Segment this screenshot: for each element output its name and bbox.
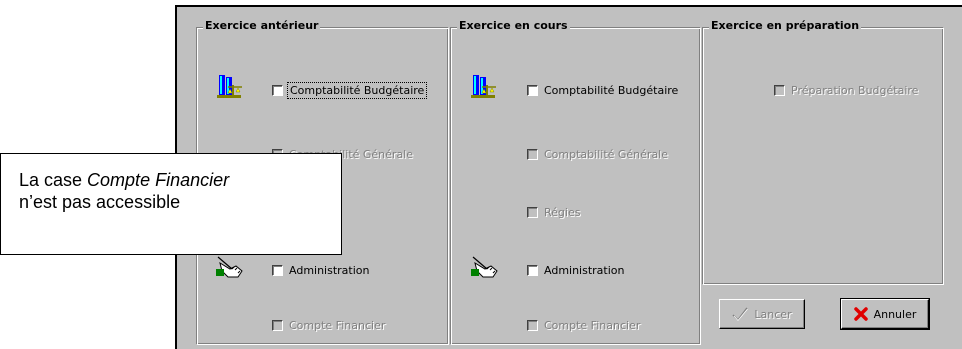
checkbox-regies-en-cours[interactable]: Régies (527, 206, 580, 219)
checkbox-box[interactable] (527, 207, 538, 218)
building-scale-icon (217, 75, 242, 98)
checkbox-label: Comptabilité Budgétaire (544, 84, 679, 97)
checkbox-box[interactable] (527, 85, 538, 96)
callout-line-2: n’est pas accessible (19, 192, 181, 212)
callout-emphasis: Compte Financier (87, 170, 230, 190)
callout-line-1: La case Compte Financier (19, 169, 341, 191)
panel-exercice-en-cours: Exercice en cours Comptabilité Budgétair… (450, 19, 701, 345)
checkbox-box[interactable] (527, 149, 538, 160)
panel-exercice-en-preparation: Exercice en préparation Préparation Budg… (702, 19, 944, 285)
building-scale-icon (471, 75, 496, 98)
checkbox-box[interactable] (527, 320, 538, 331)
checkbox-label: Régies (544, 206, 581, 219)
pointing-hand-icon (471, 256, 498, 278)
red-x-icon (853, 307, 868, 321)
checkbox-box[interactable] (272, 320, 283, 331)
checkbox-label: Comptabilité Générale (544, 148, 669, 161)
lancer-button[interactable]: Lancer (719, 299, 805, 329)
checkbox-label: Compte Financier (544, 319, 641, 332)
annuler-button[interactable]: Annuler (840, 298, 930, 330)
checkbox-label: Comptabilité Budgétaire (286, 82, 428, 99)
checkbox-box[interactable] (527, 265, 538, 276)
annuler-label: Annuler (873, 307, 917, 321)
checkbox-label: Administration (544, 264, 625, 277)
checkbox-box[interactable] (774, 85, 785, 96)
checkbox-label: Préparation Budgétaire (791, 84, 919, 97)
checkbox-label: Compte Financier (289, 319, 386, 332)
checkbox-comptabilite-budgetaire-anterieur[interactable]: Comptabilité Budgétaire (272, 82, 428, 99)
panel-title-en-cours: Exercice en cours (457, 19, 570, 33)
checkbox-comptabilite-budgetaire-en-cours[interactable]: Comptabilité Budgétaire (527, 84, 678, 97)
checkbox-box[interactable] (272, 265, 283, 276)
callout-prefix: La case (19, 170, 88, 190)
checkbox-label: Administration (289, 264, 370, 277)
checkbox-administration-en-cours[interactable]: Administration (527, 264, 625, 277)
lancer-label: Lancer (754, 307, 792, 321)
checkmark-icon (732, 307, 749, 321)
callout-note: La case Compte Financier n’est pas acces… (0, 153, 342, 255)
checkbox-preparation-budgetaire[interactable]: Préparation Budgétaire (774, 84, 918, 97)
checkbox-administration-anterieur[interactable]: Administration (272, 264, 370, 277)
checkbox-compte-financier-anterieur[interactable]: Compte Financier (272, 319, 385, 332)
checkbox-compte-financier-en-cours[interactable]: Compte Financier (527, 319, 640, 332)
panel-title-anterieur: Exercice antérieur (203, 19, 321, 33)
pointing-hand-icon (216, 256, 243, 278)
checkbox-box[interactable] (272, 85, 283, 96)
panel-title-en-preparation: Exercice en préparation (709, 19, 862, 33)
checkbox-comptabilite-generale-en-cours[interactable]: Comptabilité Générale (527, 148, 668, 161)
